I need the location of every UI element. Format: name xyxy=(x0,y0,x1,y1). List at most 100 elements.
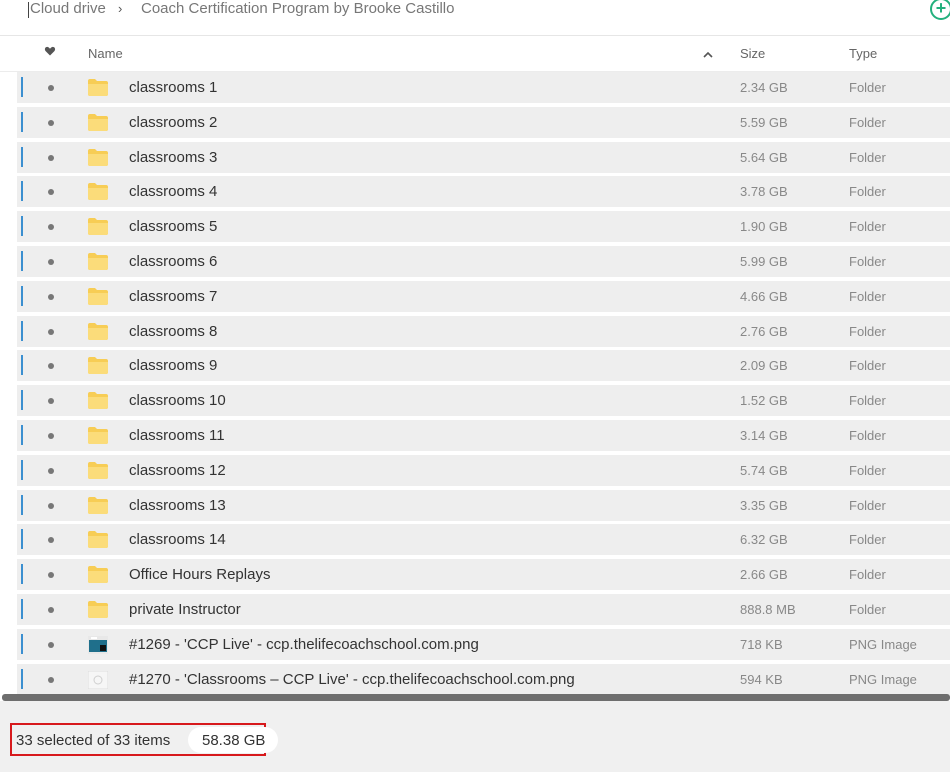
selection-marker xyxy=(21,146,23,167)
favorite-toggle[interactable] xyxy=(48,432,54,439)
item-name[interactable]: classrooms 7 xyxy=(129,288,217,305)
item-type: Folder xyxy=(849,323,886,339)
item-type: Folder xyxy=(849,184,886,200)
favorite-toggle[interactable] xyxy=(48,258,54,265)
item-name[interactable]: classrooms 10 xyxy=(129,392,226,409)
favorite-toggle[interactable] xyxy=(48,502,54,509)
list-item[interactable]: classrooms 2 5.59 GB Folder xyxy=(17,106,950,138)
folder-icon xyxy=(88,426,108,449)
list-item[interactable]: classrooms 14 6.32 GB Folder xyxy=(17,524,950,556)
list-item[interactable]: classrooms 7 4.66 GB Folder xyxy=(17,280,950,312)
folder-icon xyxy=(88,531,108,553)
folder-icon xyxy=(88,79,108,101)
item-type: Folder xyxy=(849,532,886,548)
item-name[interactable]: #1269 - 'CCP Live' - ccp.thelifecoachsch… xyxy=(129,636,479,653)
list-item[interactable]: classrooms 3 5.64 GB Folder xyxy=(17,141,950,173)
list-item[interactable]: classrooms 1 2.34 GB Folder xyxy=(17,72,950,103)
favorite-toggle[interactable] xyxy=(48,537,54,544)
add-icon[interactable]: + xyxy=(930,0,950,20)
breadcrumb-root[interactable]: Cloud drive xyxy=(28,0,106,18)
item-type: Folder xyxy=(849,427,886,443)
item-name[interactable]: private Instructor xyxy=(129,601,241,618)
breadcrumb-chevron-icon: › xyxy=(118,1,123,16)
column-type-header[interactable]: Type xyxy=(849,46,877,61)
column-name-header[interactable]: Name xyxy=(88,46,123,61)
list-item[interactable]: classrooms 10 1.52 GB Folder xyxy=(17,385,950,417)
folder-icon xyxy=(88,287,108,310)
list-item[interactable]: classrooms 6 5.99 GB Folder xyxy=(17,245,950,277)
selection-marker xyxy=(21,320,23,341)
item-name[interactable]: classrooms 5 xyxy=(129,218,217,235)
selection-marker xyxy=(21,285,23,306)
favorite-toggle[interactable] xyxy=(48,85,54,91)
selection-marker xyxy=(21,390,23,411)
list-item[interactable]: classrooms 8 2.76 GB Folder xyxy=(17,315,950,347)
item-name[interactable]: Office Hours Replays xyxy=(129,566,270,583)
favorite-toggle[interactable] xyxy=(48,224,54,231)
folder-icon xyxy=(88,392,108,414)
list-item[interactable]: classrooms 4 3.78 GB Folder xyxy=(17,176,950,208)
selection-summary: 33 selected of 33 items 58.38 GB xyxy=(10,723,278,756)
list-item[interactable]: Office Hours Replays 2.66 GB Folder xyxy=(17,559,950,591)
selection-marker xyxy=(21,529,23,550)
item-name[interactable]: classrooms 4 xyxy=(129,183,217,200)
breadcrumb-current[interactable]: Coach Certification Program by Brooke Ca… xyxy=(141,0,454,18)
list-item[interactable]: #1270 - 'Classrooms – CCP Live' - ccp.th… xyxy=(17,663,950,695)
item-name[interactable]: classrooms 3 xyxy=(129,149,217,166)
horizontal-scrollbar[interactable] xyxy=(2,694,950,701)
favorite-toggle[interactable] xyxy=(48,398,54,405)
chevron-up-icon[interactable] xyxy=(703,50,713,60)
favorite-toggle[interactable] xyxy=(48,154,54,161)
folder-icon xyxy=(88,461,108,484)
selection-marker xyxy=(21,250,23,271)
folder-icon xyxy=(88,600,108,623)
status-bar: 33 selected of 33 items 58.38 GB xyxy=(0,701,950,772)
list-item[interactable]: classrooms 11 3.14 GB Folder xyxy=(17,419,950,451)
item-name[interactable]: #1270 - 'Classrooms – CCP Live' - ccp.th… xyxy=(129,671,575,688)
folder-icon xyxy=(88,252,108,275)
favorite-toggle[interactable] xyxy=(48,676,54,683)
list-item[interactable]: classrooms 12 5.74 GB Folder xyxy=(17,454,950,486)
list-item[interactable]: classrooms 13 3.35 GB Folder xyxy=(17,489,950,521)
item-name[interactable]: classrooms 14 xyxy=(129,531,226,548)
favorite-toggle[interactable] xyxy=(48,467,54,474)
item-name[interactable]: classrooms 9 xyxy=(129,357,217,374)
item-size: 1.52 GB xyxy=(740,393,788,409)
item-type: Folder xyxy=(849,358,886,374)
favorite-toggle[interactable] xyxy=(48,641,54,648)
selection-marker xyxy=(21,355,23,376)
list-item[interactable]: classrooms 9 2.09 GB Folder xyxy=(17,350,950,382)
image-thumbnail-icon xyxy=(88,635,108,659)
favorite-toggle[interactable] xyxy=(48,119,54,126)
item-name[interactable]: classrooms 8 xyxy=(129,323,217,340)
item-name[interactable]: classrooms 6 xyxy=(129,253,217,270)
list-item[interactable]: classrooms 5 1.90 GB Folder xyxy=(17,211,950,243)
favorite-toggle[interactable] xyxy=(48,189,54,196)
item-size: 2.66 GB xyxy=(740,567,788,583)
item-type: PNG Image xyxy=(849,671,917,687)
column-size-header[interactable]: Size xyxy=(740,46,765,61)
image-thumbnail-icon xyxy=(87,670,109,694)
favorite-toggle[interactable] xyxy=(48,363,54,370)
item-type: Folder xyxy=(849,219,886,235)
item-name[interactable]: classrooms 12 xyxy=(129,462,226,479)
folder-icon xyxy=(88,496,108,519)
favorite-toggle[interactable] xyxy=(48,606,54,613)
list-item[interactable]: private Instructor 888.8 MB Folder xyxy=(17,593,950,625)
item-size: 1.90 GB xyxy=(740,219,788,235)
favorite-toggle[interactable] xyxy=(48,328,54,335)
item-type: Folder xyxy=(849,393,886,409)
item-name[interactable]: classrooms 13 xyxy=(129,497,226,514)
item-size: 718 KB xyxy=(740,636,783,652)
item-name[interactable]: classrooms 11 xyxy=(129,427,225,444)
heart-icon[interactable] xyxy=(44,45,56,57)
list-item[interactable]: #1269 - 'CCP Live' - ccp.thelifecoachsch… xyxy=(17,628,950,660)
item-type: Folder xyxy=(849,288,886,304)
item-type: Folder xyxy=(849,149,886,165)
item-name[interactable]: classrooms 2 xyxy=(129,114,217,131)
item-name[interactable]: classrooms 1 xyxy=(129,79,217,96)
favorite-toggle[interactable] xyxy=(48,293,54,300)
selection-marker xyxy=(21,598,23,619)
favorite-toggle[interactable] xyxy=(48,572,54,579)
breadcrumb: Cloud drive › Coach Certification Progra… xyxy=(0,0,950,36)
